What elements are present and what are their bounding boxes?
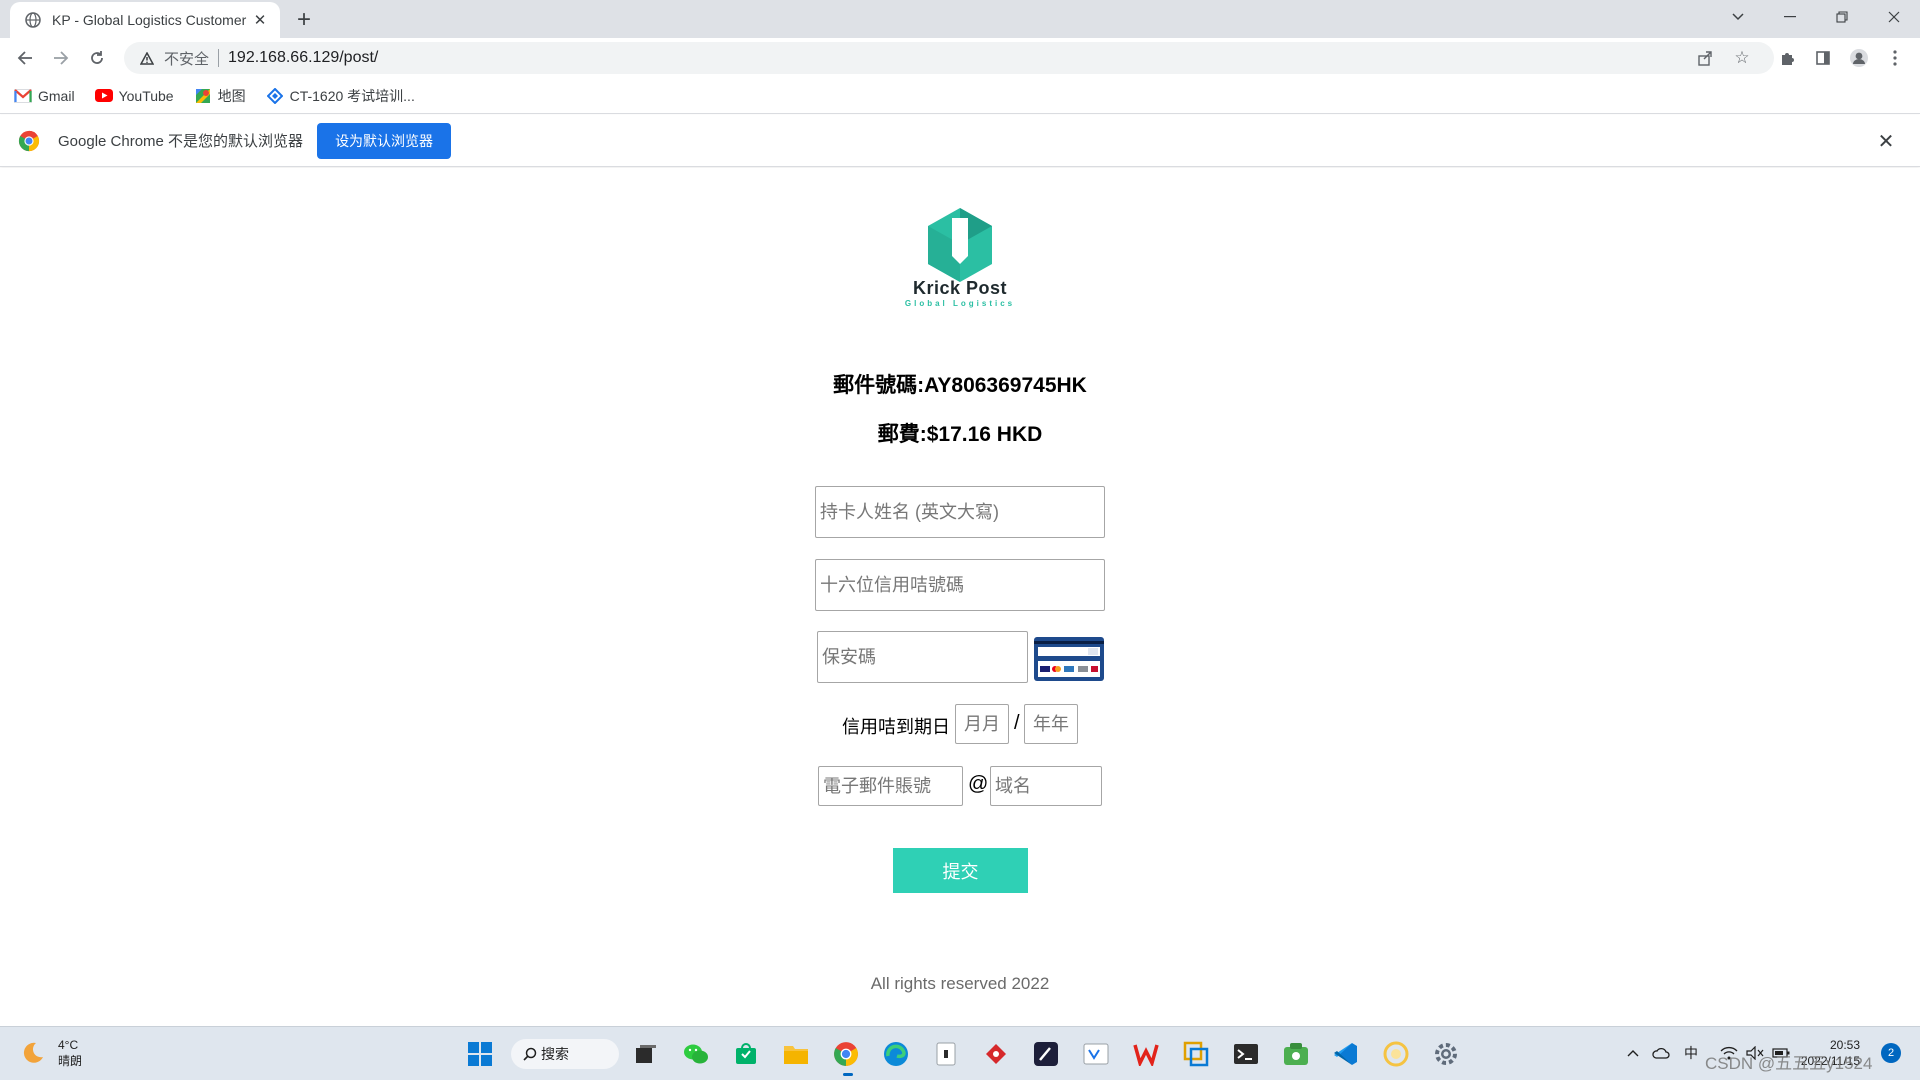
store-bag-icon[interactable] <box>730 1038 762 1070</box>
globe-icon <box>24 11 42 29</box>
restore-icon[interactable] <box>1816 0 1868 34</box>
bookmark-ct1620[interactable]: CT-1620 考试培训... <box>266 86 415 106</box>
wps-office-icon[interactable] <box>1130 1038 1162 1070</box>
set-default-browser-button[interactable]: 设为默认浏览器 <box>317 122 452 159</box>
url-text[interactable]: 192.168.66.129/post/ <box>228 49 378 67</box>
address-bar[interactable]: 不安全 192.168.66.129/post/ <box>124 42 1774 74</box>
bookmark-maps[interactable]: 地图 <box>194 86 246 106</box>
new-tab-button[interactable]: + <box>292 8 316 32</box>
profile-avatar-icon[interactable] <box>1846 45 1872 71</box>
page-content: Krick Post Global Logistics 郵件號碼:AY80636… <box>0 168 1920 1026</box>
expiry-year-input[interactable] <box>1024 704 1078 744</box>
warning-triangle-icon[interactable] <box>138 49 156 67</box>
extensions-puzzle-icon[interactable] <box>1774 45 1800 71</box>
onedrive-cloud-icon[interactable] <box>1650 1042 1672 1064</box>
pen-app-icon[interactable] <box>1030 1038 1062 1070</box>
tray-chevron-up-icon[interactable] <box>1622 1042 1644 1064</box>
credit-card-icon <box>1034 637 1104 681</box>
omnibox-separator <box>218 49 220 67</box>
tab-close-icon[interactable]: ✕ <box>250 10 270 30</box>
vscode-icon[interactable] <box>1330 1038 1362 1070</box>
cardholder-name-input[interactable] <box>815 486 1105 538</box>
maps-icon <box>194 87 212 105</box>
brand-name: Krick Post <box>912 278 1008 298</box>
close-window-icon[interactable] <box>1868 0 1920 34</box>
green-app-icon[interactable] <box>1280 1038 1312 1070</box>
search-icon <box>523 1047 537 1061</box>
gmail-icon <box>14 87 32 105</box>
bookmark-label: Gmail <box>38 87 75 104</box>
wechat-icon[interactable] <box>680 1038 712 1070</box>
youtube-icon <box>94 87 113 105</box>
bookmark-label: 地图 <box>217 87 246 104</box>
weather-temperature: 4°C <box>58 1038 79 1052</box>
code-app-icon[interactable] <box>1080 1038 1112 1070</box>
weather-widget[interactable]: 4°C 晴朗 <box>20 1037 82 1069</box>
browser-tab-active[interactable]: KP - Global Logistics Customer ✕ <box>10 2 280 38</box>
tab-title: KP - Global Logistics Customer <box>52 12 247 28</box>
infobar-message: Google Chrome 不是您的默认浏览器 <box>58 133 304 150</box>
bookmark-youtube[interactable]: YouTube <box>94 87 174 105</box>
infobar-close-icon[interactable]: ✕ <box>1874 129 1898 153</box>
tab-search-icon[interactable] <box>1712 0 1764 34</box>
expiry-separator: / <box>1014 712 1020 734</box>
document-icon[interactable] <box>930 1038 962 1070</box>
ime-indicator[interactable]: 中 <box>1680 1042 1702 1064</box>
bookmark-label: YouTube <box>118 87 174 104</box>
expiry-month-input[interactable] <box>955 704 1009 744</box>
moon-icon <box>23 1042 43 1063</box>
tab-strip: KP - Global Logistics Customer ✕ + <box>0 0 1920 38</box>
bookmark-star-icon[interactable]: ☆ <box>1729 45 1755 71</box>
share-icon[interactable] <box>1692 45 1718 71</box>
security-code-input[interactable] <box>817 631 1028 683</box>
insecure-label[interactable]: 不安全 <box>164 48 209 69</box>
settings-gear-icon[interactable] <box>1430 1038 1462 1070</box>
default-browser-infobar: Google Chrome 不是您的默认浏览器 设为默认浏览器 ✕ <box>0 115 1920 167</box>
task-view-icon[interactable] <box>630 1038 662 1070</box>
search-label: 搜索 <box>541 1046 569 1062</box>
bookmark-label: CT-1620 考试培训... <box>289 87 415 104</box>
red-app-icon[interactable] <box>980 1038 1012 1070</box>
diamond-icon <box>266 87 284 105</box>
email-domain-input[interactable] <box>990 766 1102 806</box>
bookmark-gmail[interactable]: Gmail <box>14 87 75 105</box>
email-account-input[interactable] <box>818 766 963 806</box>
weather-description: 晴朗 <box>58 1054 83 1068</box>
submit-button[interactable]: 提交 <box>893 848 1028 893</box>
footer-copyright: All rights reserved 2022 <box>870 974 1050 993</box>
back-arrow-icon[interactable] <box>12 45 38 71</box>
bookmarks-bar: Gmail YouTube 地图 CT-1620 考试培训... <box>0 78 1920 114</box>
postage-fee: 郵費:$17.16 HKD <box>877 423 1043 446</box>
at-sign: @ <box>968 773 989 795</box>
windows-start-icon[interactable] <box>464 1038 496 1070</box>
browser-toolbar: 不安全 192.168.66.129/post/ ☆ <box>0 38 1920 78</box>
csdn-watermark: CSDN @五五五y1524 <box>1705 1054 1873 1073</box>
terminal-icon[interactable] <box>1230 1038 1262 1070</box>
card-number-input[interactable] <box>815 559 1105 611</box>
notification-badge[interactable]: 2 <box>1881 1043 1901 1063</box>
brand-subtitle: Global Logistics <box>904 299 1016 308</box>
forward-arrow-icon[interactable] <box>48 45 74 71</box>
expiry-date-label: 信用咭到期日 <box>842 717 950 737</box>
side-panel-icon[interactable] <box>1810 45 1836 71</box>
remote-desktop-icon[interactable] <box>1180 1038 1212 1070</box>
file-explorer-icon[interactable] <box>780 1038 812 1070</box>
yellow-app-icon[interactable] <box>1380 1038 1412 1070</box>
chrome-active-indicator <box>843 1073 853 1076</box>
edge-icon[interactable] <box>880 1038 912 1070</box>
minimize-icon[interactable] <box>1764 0 1816 34</box>
tracking-number: 郵件號碼:AY806369745HK <box>833 374 1087 397</box>
taskbar-search[interactable]: 搜索 <box>511 1039 619 1069</box>
windows-taskbar: 4°C 晴朗 搜索 中 20:53 2022/11/15 CSDN @五五五y1… <box>0 1026 1920 1080</box>
chrome-taskbar-icon[interactable] <box>830 1038 862 1070</box>
kebab-menu-icon[interactable] <box>1882 45 1908 71</box>
reload-icon[interactable] <box>84 45 110 71</box>
chrome-logo-icon <box>18 130 40 151</box>
